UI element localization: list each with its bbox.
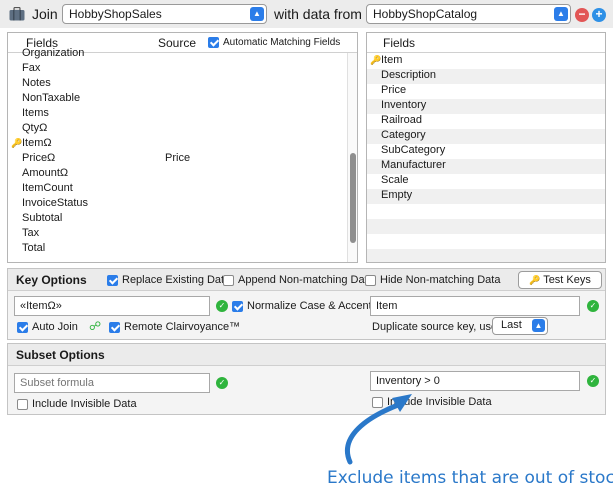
annotation-arrow xyxy=(345,394,412,465)
annotation-text: Exclude items that are out of stock xyxy=(327,468,613,488)
